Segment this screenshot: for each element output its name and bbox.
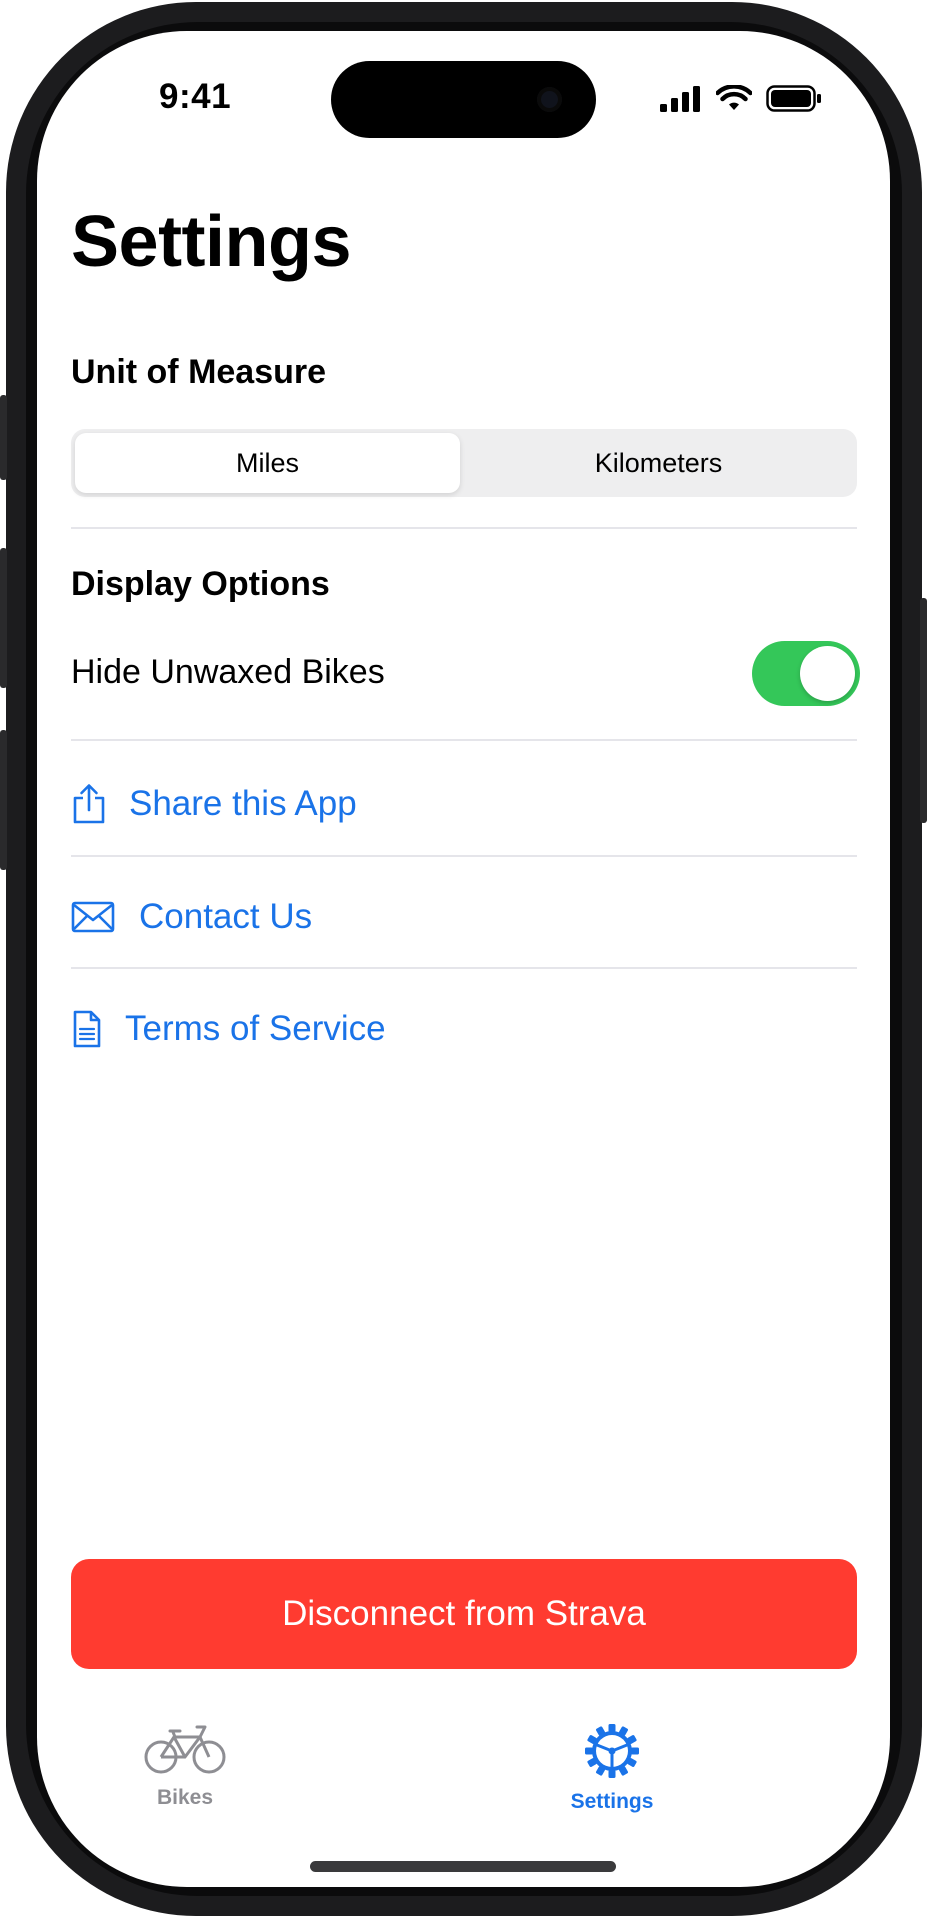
power-button: [920, 598, 927, 823]
page-title: Settings: [71, 202, 352, 282]
gear-icon: [584, 1723, 640, 1784]
share-app-label: Share this App: [129, 784, 357, 823]
divider: [71, 739, 857, 741]
camera-lens: [537, 87, 562, 112]
contact-us-row[interactable]: Contact Us: [71, 897, 312, 937]
hide-unwaxed-label: Hide Unwaxed Bikes: [71, 653, 385, 691]
document-icon: [71, 1009, 103, 1049]
unit-of-measure-heading: Unit of Measure: [71, 353, 327, 391]
tab-bikes-label: Bikes: [156, 1786, 214, 1809]
tab-settings[interactable]: Settings: [512, 1723, 712, 1814]
status-time: 9:41: [159, 77, 232, 116]
unit-segmented-control: Miles Kilometers: [71, 429, 857, 497]
home-indicator: [310, 1861, 616, 1872]
display-options-heading: Display Options: [71, 565, 330, 603]
tab-settings-label: Settings: [570, 1790, 654, 1813]
segment-miles[interactable]: Miles: [75, 433, 460, 493]
dynamic-island: [331, 61, 596, 138]
volume-up-button: [0, 548, 7, 688]
divider: [71, 527, 857, 529]
battery-icon: [766, 85, 821, 112]
envelope-icon: [71, 901, 115, 933]
volume-down-button: [0, 730, 7, 870]
screen: 9:41 Settings Unit of Measure Miles Kilo…: [37, 31, 890, 1887]
hide-unwaxed-toggle[interactable]: [752, 641, 860, 706]
cellular-signal-icon: [660, 85, 700, 112]
share-app-row[interactable]: Share this App: [71, 783, 357, 825]
divider: [71, 855, 857, 857]
toggle-knob: [800, 646, 855, 701]
terms-label: Terms of Service: [125, 1009, 386, 1048]
bicycle-icon: [144, 1723, 226, 1780]
tab-bikes[interactable]: Bikes: [85, 1723, 285, 1810]
disconnect-strava-button[interactable]: Disconnect from Strava: [71, 1559, 857, 1669]
action-button: [0, 395, 7, 480]
share-icon: [71, 783, 107, 825]
segment-kilometers[interactable]: Kilometers: [464, 433, 853, 493]
wifi-icon: [716, 85, 752, 110]
terms-row[interactable]: Terms of Service: [71, 1009, 386, 1049]
status-icons: [660, 85, 822, 112]
divider: [71, 967, 857, 969]
contact-us-label: Contact Us: [139, 897, 313, 936]
